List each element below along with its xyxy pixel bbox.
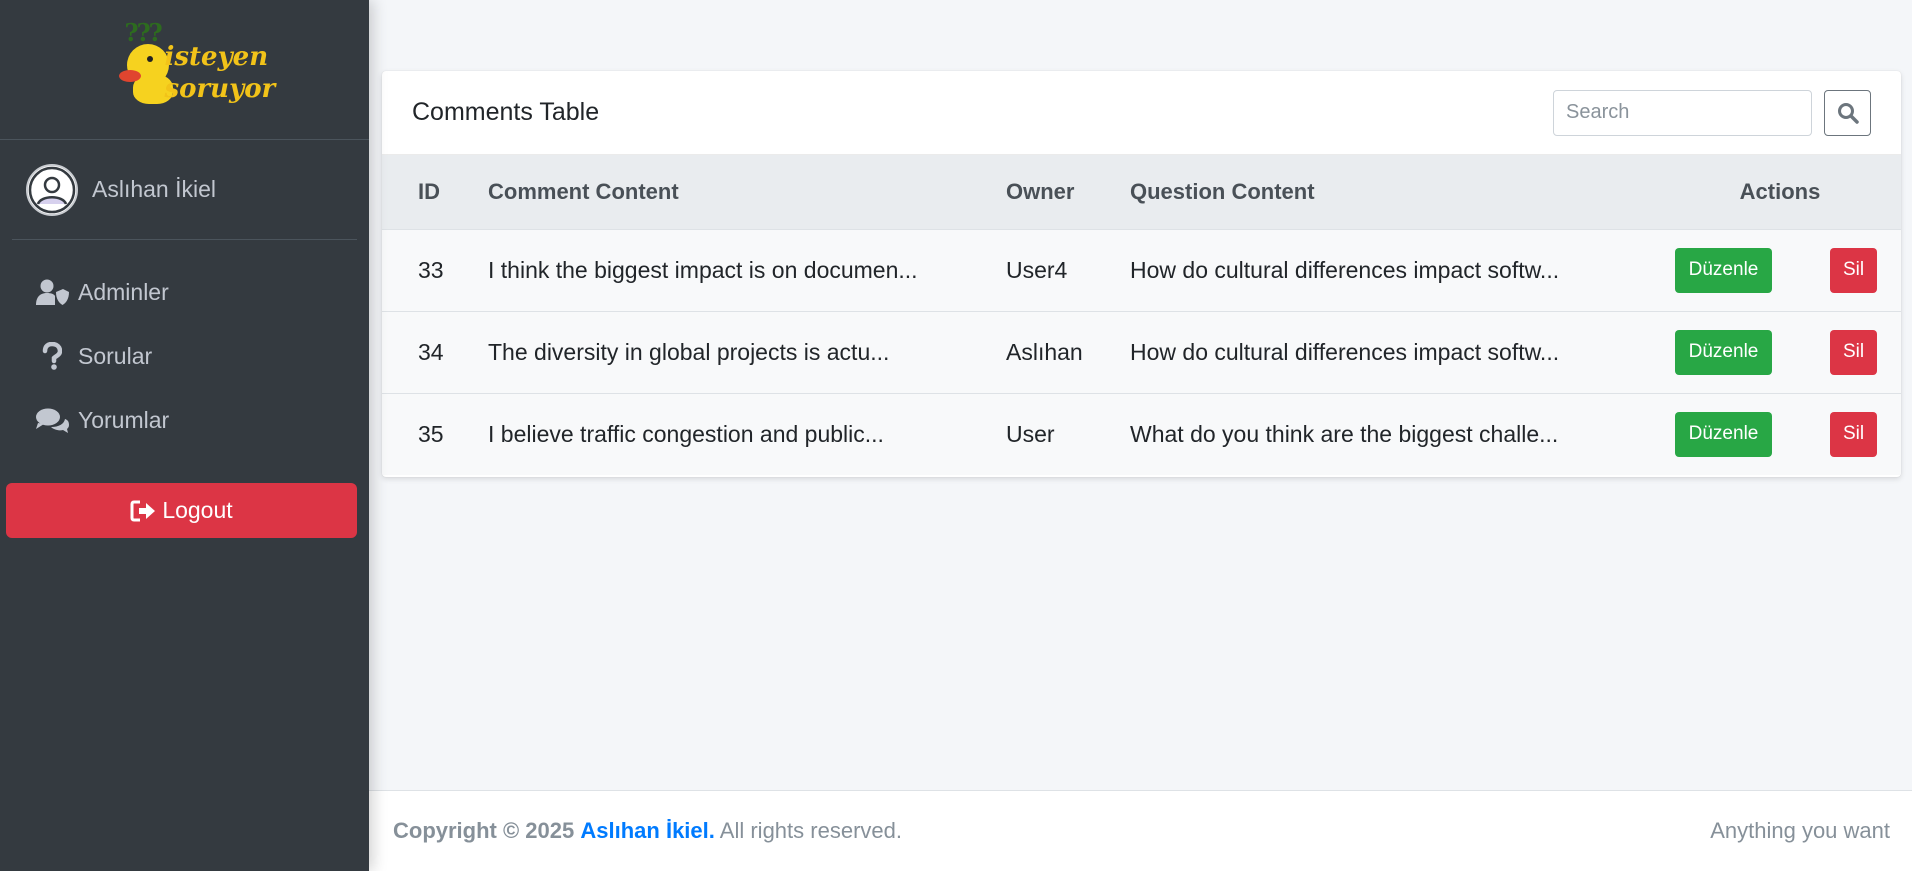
edit-button[interactable]: Düzenle bbox=[1675, 411, 1772, 457]
footer-copyright: Copyright © 2025 Aslıhan İkiel. All righ… bbox=[393, 818, 1710, 844]
user-shield-icon bbox=[34, 278, 70, 306]
author-link[interactable]: Aslıhan İkiel. bbox=[580, 818, 715, 843]
cell-id: 35 bbox=[418, 420, 444, 447]
delete-button[interactable]: Sil bbox=[1830, 247, 1877, 293]
card-header: Comments Table bbox=[382, 71, 1901, 155]
comments-icon bbox=[34, 407, 70, 433]
cell-question: How do cultural differences impact softw… bbox=[1130, 338, 1560, 365]
user-panel: Aslıhan İkiel bbox=[12, 140, 357, 240]
sidebar-item-yorumlar[interactable]: Yorumlar bbox=[0, 388, 369, 452]
column-header-actions: Actions bbox=[1739, 178, 1821, 204]
cell-actions: Düzenle Sil bbox=[1659, 311, 1901, 393]
user-circle-icon bbox=[28, 166, 76, 213]
sidebar-item-label: Yorumlar bbox=[78, 406, 170, 433]
sidebar-nav: Adminler Sorular Yorumlar bbox=[0, 240, 369, 452]
table-row: 33 I think the biggest impact is on docu… bbox=[382, 229, 1901, 311]
edit-button[interactable]: Düzenle bbox=[1675, 247, 1772, 293]
question-icon bbox=[34, 342, 70, 370]
column-header-question: Question Content bbox=[1130, 178, 1315, 204]
column-header-owner: Owner bbox=[1006, 178, 1075, 204]
column-header-id: ID bbox=[418, 178, 440, 204]
cell-comment: I think the biggest impact is on documen… bbox=[488, 256, 918, 283]
search-button[interactable] bbox=[1824, 89, 1871, 136]
search-icon bbox=[1837, 102, 1859, 124]
user-name[interactable]: Aslıhan İkiel bbox=[92, 176, 216, 203]
delete-button[interactable]: Sil bbox=[1830, 329, 1877, 375]
logout-label: Logout bbox=[162, 497, 233, 523]
comments-table: ID Comment Content Owner Question Conten… bbox=[382, 155, 1901, 475]
duck-beak-shape bbox=[118, 69, 141, 82]
footer-right-text: Anything you want bbox=[1710, 818, 1890, 843]
cell-question: How do cultural differences impact softw… bbox=[1130, 256, 1560, 283]
card-title: Comments Table bbox=[412, 98, 600, 126]
table-header-row: ID Comment Content Owner Question Conten… bbox=[382, 155, 1901, 229]
cell-owner: User bbox=[1006, 420, 1055, 447]
cell-comment: I believe traffic congestion and public.… bbox=[488, 420, 884, 447]
cell-question: What do you think are the biggest challe… bbox=[1130, 420, 1559, 447]
logout-button[interactable]: Logout bbox=[6, 483, 357, 538]
cell-id: 33 bbox=[418, 256, 444, 283]
delete-button[interactable]: Sil bbox=[1830, 411, 1877, 457]
sidebar-item-label: Adminler bbox=[78, 278, 169, 305]
sidebar-item-label: Sorular bbox=[78, 342, 153, 369]
search-input[interactable] bbox=[1553, 89, 1812, 136]
rights-text: All rights reserved. bbox=[719, 818, 902, 843]
sign-out-icon bbox=[130, 500, 156, 521]
brand-word-1: isteyen bbox=[164, 41, 269, 72]
comments-card: Comments Table ID Comment Content Owner … bbox=[382, 71, 1901, 477]
table-row: 34 The diversity in global projects is a… bbox=[382, 311, 1901, 393]
sidebar-item-adminler[interactable]: Adminler bbox=[0, 260, 369, 324]
footer: Copyright © 2025 Aslıhan İkiel. All righ… bbox=[369, 790, 1912, 871]
brand-word-2: soruyor bbox=[164, 73, 276, 104]
cell-comment: The diversity in global projects is actu… bbox=[488, 338, 890, 365]
edit-button[interactable]: Düzenle bbox=[1675, 329, 1772, 375]
avatar[interactable] bbox=[26, 163, 78, 216]
column-header-comment: Comment Content bbox=[488, 178, 679, 204]
cell-owner: User4 bbox=[1006, 256, 1068, 283]
sidebar-item-sorular[interactable]: Sorular bbox=[0, 324, 369, 388]
cell-owner: Aslıhan bbox=[1006, 338, 1083, 365]
cell-id: 34 bbox=[418, 338, 444, 365]
brand-logo[interactable]: ??? isteyen soruyor bbox=[115, 17, 275, 120]
table-row: 35 I believe traffic congestion and publ… bbox=[382, 393, 1901, 475]
cell-actions: Düzenle Sil bbox=[1659, 229, 1901, 311]
sidebar: ??? isteyen soruyor Aslıhan İkiel Adminl… bbox=[0, 0, 369, 871]
brand-logo-area: ??? isteyen soruyor bbox=[0, 0, 369, 140]
cell-actions: Düzenle Sil bbox=[1659, 393, 1901, 475]
copyright-text: Copyright © 2025 bbox=[393, 818, 575, 843]
brand-question-marks: ??? bbox=[124, 17, 163, 47]
duck-eye-shape bbox=[146, 55, 153, 62]
